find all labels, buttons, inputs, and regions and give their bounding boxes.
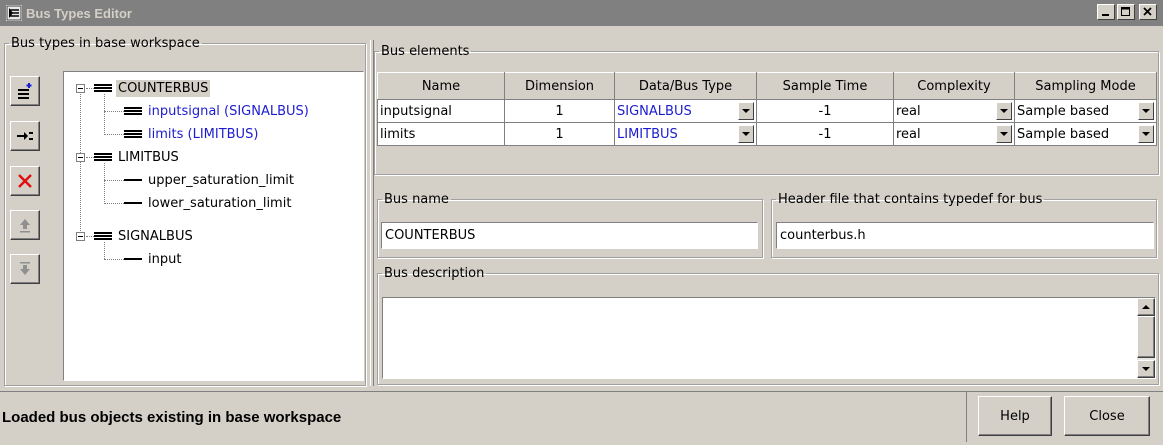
bus-icon (94, 153, 112, 161)
tree-node-input[interactable]: input (124, 248, 183, 270)
tree-node-signalbus[interactable]: SIGNALBUS (94, 225, 195, 247)
tree-node-upper-saturation-limit[interactable]: upper_saturation_limit (124, 169, 296, 191)
cell-complexity[interactable]: real (893, 122, 1015, 146)
tree-label-limits: limits (LIMITBUS) (148, 126, 259, 142)
table-header-row: Name Dimension Data/Bus Type Sample Time… (377, 72, 1157, 100)
delete-button[interactable] (10, 166, 40, 196)
maximize-icon (1121, 7, 1130, 16)
dropdown-arrow-icon[interactable] (738, 102, 754, 120)
bus-icon (124, 130, 142, 138)
maximize-button[interactable] (1117, 4, 1135, 20)
add-bus-button[interactable] (10, 76, 40, 106)
scroll-thumb[interactable] (1137, 316, 1155, 358)
cell-sample-time[interactable]: -1 (756, 122, 894, 146)
cell-complexity-value: real (896, 126, 921, 142)
bus-icon (94, 232, 112, 240)
column-header-dimension[interactable]: Dimension (504, 72, 615, 100)
bus-name-input[interactable]: COUNTERBUS (381, 222, 758, 249)
column-header-complexity[interactable]: Complexity (893, 72, 1015, 100)
cell-dimension[interactable]: 1 (504, 122, 615, 146)
scroll-up-button[interactable] (1137, 298, 1155, 316)
tree-label-inputsignal: inputsignal (SIGNALBUS) (148, 103, 309, 119)
move-down-button[interactable] (10, 254, 40, 284)
move-down-icon (20, 262, 30, 275)
cell-complexity-value: real (896, 103, 921, 119)
bus-types-panel-title: Bus types in base workspace (11, 36, 200, 51)
cell-sample-time[interactable]: -1 (756, 99, 894, 123)
tree-label-upper-saturation-limit: upper_saturation_limit (148, 172, 294, 188)
bus-name-title: Bus name (384, 192, 449, 207)
tree-node-limitbus[interactable]: LIMITBUS (94, 146, 181, 168)
close-button[interactable]: Close (1064, 396, 1150, 436)
cell-type[interactable]: SIGNALBUS (614, 99, 757, 123)
cell-sampling-mode-value: Sample based (1017, 126, 1110, 142)
window-title: Bus Types Editor (26, 5, 132, 21)
delete-icon (18, 174, 32, 188)
header-file-title: Header file that contains typedef for bu… (778, 192, 1043, 207)
tree-node-lower-saturation-limit[interactable]: lower_saturation_limit (124, 192, 293, 214)
title-bar: Bus Types Editor (0, 0, 1163, 26)
dropdown-arrow-icon[interactable] (996, 125, 1012, 143)
status-bar: Loaded bus objects existing in base work… (0, 393, 966, 441)
header-file-input[interactable]: counterbus.h (776, 222, 1154, 249)
close-icon (1143, 7, 1152, 16)
signal-icon (124, 179, 142, 181)
collapse-limitbus-icon[interactable] (76, 153, 85, 162)
add-element-icon (17, 132, 33, 140)
collapse-counterbus-icon[interactable] (76, 84, 85, 93)
description-scrollbar[interactable] (1137, 298, 1155, 378)
collapse-signalbus-icon[interactable] (76, 232, 85, 241)
move-up-icon (20, 219, 30, 233)
cell-name[interactable]: inputsignal (377, 99, 505, 123)
signal-icon (124, 258, 142, 260)
dropdown-arrow-icon[interactable] (1138, 125, 1154, 143)
cell-complexity[interactable]: real (893, 99, 1015, 123)
tree-node-inputsignal[interactable]: inputsignal (SIGNALBUS) (124, 100, 311, 122)
bus-description-title: Bus description (384, 266, 485, 281)
column-header-sampling-mode[interactable]: Sampling Mode (1014, 72, 1157, 100)
dropdown-arrow-icon[interactable] (1138, 102, 1154, 120)
column-header-sample-time[interactable]: Sample Time (756, 72, 894, 100)
column-header-type[interactable]: Data/Bus Type (614, 72, 757, 100)
tree-node-limits[interactable]: limits (LIMITBUS) (124, 123, 260, 145)
table-row[interactable]: limits 1 LIMITBUS -1 real Sample based (377, 122, 1157, 146)
add-bus-icon (18, 83, 32, 99)
help-button[interactable]: Help (978, 396, 1052, 436)
column-header-name[interactable]: Name (377, 72, 505, 100)
scroll-up-icon (1142, 304, 1150, 309)
cell-type[interactable]: LIMITBUS (614, 122, 757, 146)
minimize-button[interactable] (1097, 4, 1115, 20)
tree-label-signalbus: SIGNALBUS (118, 228, 193, 244)
bus-icon (124, 107, 142, 115)
add-element-button[interactable] (10, 121, 40, 151)
table-row[interactable]: inputsignal 1 SIGNALBUS -1 real Sample b… (377, 99, 1157, 123)
dropdown-arrow-icon[interactable] (738, 125, 754, 143)
cell-type-value: SIGNALBUS (617, 103, 692, 119)
bus-tree[interactable]: COUNTERBUS inputsignal (SIGNALBUS) limit… (63, 71, 364, 381)
tree-label-counterbus: COUNTERBUS (116, 79, 211, 97)
bus-elements-panel-title: Bus elements (381, 44, 470, 59)
cell-sampling-mode-value: Sample based (1017, 103, 1110, 119)
close-window-button[interactable] (1139, 4, 1157, 20)
signal-icon (124, 202, 142, 204)
bus-editor-app-icon (6, 5, 22, 21)
cell-sampling-mode[interactable]: Sample based (1014, 99, 1157, 123)
bus-elements-table: Name Dimension Data/Bus Type Sample Time… (377, 72, 1157, 146)
bus-description-input[interactable] (382, 297, 1156, 379)
status-text: Loaded bus objects existing in base work… (2, 408, 342, 426)
cell-sampling-mode[interactable]: Sample based (1014, 122, 1157, 146)
move-up-button[interactable] (10, 210, 40, 240)
cell-type-value: LIMITBUS (617, 126, 678, 142)
scroll-down-icon (1142, 366, 1150, 371)
minimize-icon (1102, 14, 1109, 16)
cell-name[interactable]: limits (377, 122, 505, 146)
bus-icon (94, 84, 112, 92)
tree-label-limitbus: LIMITBUS (118, 149, 179, 165)
cell-dimension[interactable]: 1 (504, 99, 615, 123)
tree-label-lower-saturation-limit: lower_saturation_limit (148, 195, 292, 211)
scroll-down-button[interactable] (1137, 360, 1155, 378)
tree-label-input: input (148, 251, 182, 267)
tree-node-counterbus[interactable]: COUNTERBUS (94, 77, 211, 99)
dropdown-arrow-icon[interactable] (996, 102, 1012, 120)
